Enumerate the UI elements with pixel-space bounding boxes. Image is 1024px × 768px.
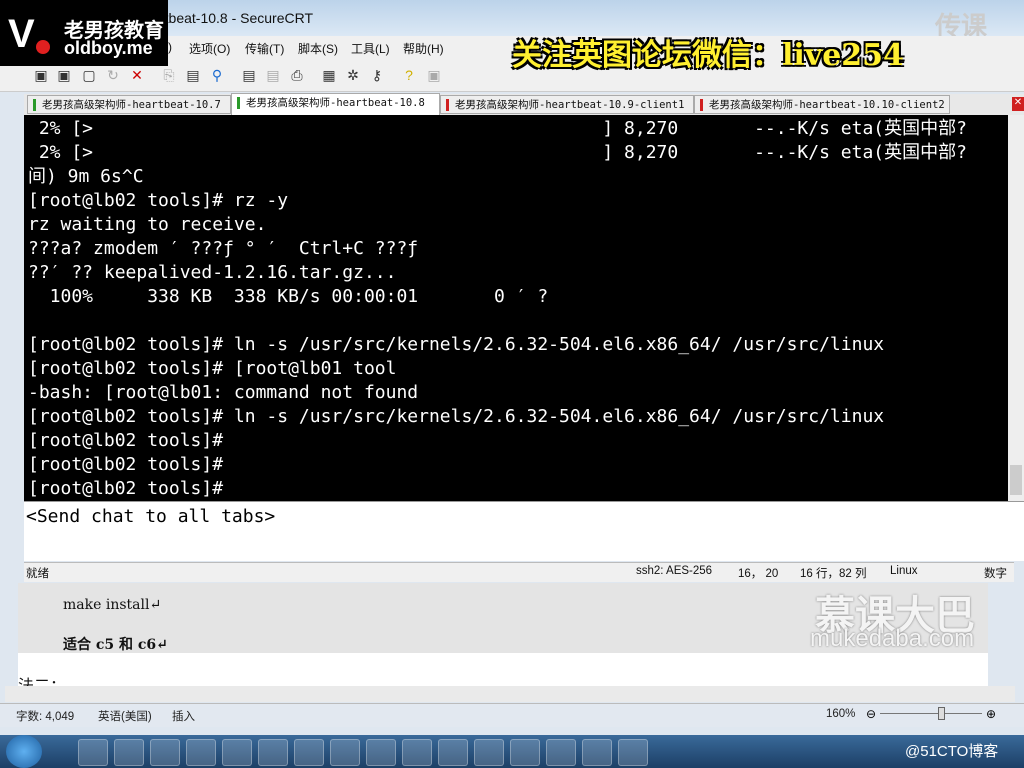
terminal-line: [root@lb02 tools]# ln -s /usr/src/kernel… — [28, 334, 885, 355]
print-setup-icon[interactable]: ▤ — [240, 66, 258, 84]
tab-label: 老男孩高级架构师-heartbeat-10.8 — [246, 97, 425, 109]
window-title: rtbeat-10.8 - SecureCRT — [160, 10, 314, 26]
disconnect-icon[interactable]: ✕ — [128, 66, 146, 84]
connect-icon[interactable]: ▣ — [32, 66, 50, 84]
status-numlock: 数字 — [984, 568, 1007, 580]
print-icon[interactable]: ⎙ — [288, 66, 306, 84]
connect-tab-icon[interactable]: ▢ — [80, 66, 98, 84]
taskbar-app-icon[interactable] — [582, 739, 612, 766]
close-tab-icon[interactable]: ✕ — [1012, 97, 1024, 111]
session-options-icon[interactable]: ▦ — [320, 66, 338, 84]
taskbar-app-icon[interactable] — [78, 739, 108, 766]
tab-label: 老男孩高级架构师-heartbeat-10.10-client2 — [709, 99, 945, 111]
taskbar-app-icon[interactable] — [510, 739, 540, 766]
terminal-line: rz waiting to receive. — [28, 214, 267, 235]
taskbar-app-icon[interactable] — [618, 739, 648, 766]
terminal-line: ??′ ?? keepalived-1.2.16.tar.gz... — [28, 262, 397, 283]
promo-overlay: 关注英图论坛微信：live254 — [512, 38, 904, 73]
word-count[interactable]: 字数: 4,049 — [16, 708, 74, 724]
doc-line: make install↵ — [63, 597, 162, 613]
key-icon[interactable]: ⚷ — [368, 66, 386, 84]
zoom-level[interactable]: 160% — [826, 708, 855, 720]
zoom-slider[interactable]: ⊖ ⊕ — [866, 707, 996, 721]
start-button[interactable] — [6, 735, 42, 768]
tray-text: @51CTO博客 — [905, 743, 999, 760]
zoom-in-icon[interactable]: ⊕ — [986, 707, 996, 721]
menu-help[interactable]: 帮助(H) — [403, 40, 444, 57]
taskbar-app-icon[interactable] — [402, 739, 432, 766]
insert-mode[interactable]: 插入 — [172, 708, 195, 724]
taskbar-app-icon[interactable] — [258, 739, 288, 766]
terminal-line: [root@lb02 tools]# rz -y — [28, 190, 289, 211]
menu-tools[interactable]: 工具(L) — [351, 40, 390, 57]
sftp-icon[interactable]: ▣ — [425, 66, 443, 84]
zoom-out-icon[interactable]: ⊖ — [866, 707, 876, 721]
taskbar-app-icon[interactable] — [438, 739, 468, 766]
status-size: 16 行，82 列 — [800, 568, 867, 580]
doc-line: 适合 c5 和 c6↵ — [63, 637, 168, 653]
status-os: Linux — [890, 565, 918, 577]
taskbar-app-icon[interactable] — [294, 739, 324, 766]
logo-mark-icon: V — [8, 12, 35, 56]
language[interactable]: 英语(美国) — [98, 708, 152, 724]
find-icon[interactable]: ⚲ — [208, 66, 226, 84]
logo-dot — [36, 40, 50, 54]
terminal-line: [root@lb02 tools]# ln -s /usr/src/kernel… — [28, 406, 885, 427]
menu-script[interactable]: 脚本(S) — [298, 40, 338, 57]
terminal-scrollbar[interactable] — [1008, 115, 1024, 501]
tab-label: 老男孩高级架构师-heartbeat-10.9-client1 — [455, 99, 685, 111]
terminal-line: [root@lb02 tools]# — [28, 454, 224, 475]
reconnect-icon[interactable]: ↻ — [104, 66, 122, 84]
tab-heartbeat-10-10-client2[interactable]: 老男孩高级架构师-heartbeat-10.10-client2 — [694, 95, 950, 114]
chat-input[interactable]: <Send chat to all tabs> — [24, 501, 1024, 561]
oldboy-logo: V 老男孩教育 oldboy.me — [0, 0, 168, 66]
tab-label: 老男孩高级架构师-heartbeat-10.7 — [42, 99, 221, 111]
paste-icon[interactable]: ▤ — [184, 66, 202, 84]
terminal-line: [root@lb02 tools]# — [28, 430, 224, 451]
taskbar-app-icon[interactable] — [546, 739, 576, 766]
copy-icon[interactable]: ⎘ — [160, 66, 178, 84]
menu-options[interactable]: 选项(O) — [189, 40, 230, 57]
taskbar-app-icon[interactable] — [186, 739, 216, 766]
tab-heartbeat-10-7[interactable]: 老男孩高级架构师-heartbeat-10.7 — [27, 95, 231, 114]
status-ready: 就绪 — [26, 568, 49, 580]
watermark-url: mukedaba.com — [810, 625, 975, 652]
terminal-line: -bash: [root@lb01: command not found — [28, 382, 419, 403]
terminal-line: [root@lb02 tools]# — [28, 478, 224, 499]
terminal[interactable]: 2% [> ] 8,270 --.-K/s eta(英国中部? 2% [> ] … — [24, 115, 1008, 501]
terminal-line: [root@lb02 tools]# [root@lb01 tool — [28, 358, 397, 379]
taskbar-app-icon[interactable] — [150, 739, 180, 766]
quick-connect-icon[interactable]: ▣ — [55, 66, 73, 84]
help-icon[interactable]: ? — [400, 66, 418, 84]
horizontal-scrollbar[interactable] — [5, 686, 1015, 702]
global-options-icon[interactable]: ✲ — [344, 66, 362, 84]
menu-transfer[interactable]: 传输(T) — [245, 40, 284, 57]
tab-heartbeat-10-8[interactable]: 老男孩高级架构师-heartbeat-10.8 — [231, 93, 440, 115]
status-cursor: 16， 20 — [738, 568, 779, 580]
taskbar-app-icon[interactable] — [330, 739, 360, 766]
terminal-line: 间) 9m 6s^C — [28, 166, 144, 187]
tab-heartbeat-10-9-client1[interactable]: 老男孩高级架构师-heartbeat-10.9-client1 — [440, 95, 694, 114]
terminal-line: 2% [> ] 8,270 --.-K/s eta(英国中部? — [28, 118, 967, 139]
status-cipher: ssh2: AES-256 — [636, 565, 713, 577]
zoom-slider-thumb[interactable] — [938, 707, 946, 720]
logo-url: oldboy.me — [64, 38, 153, 58]
chat-placeholder: <Send chat to all tabs> — [26, 506, 276, 527]
menu-view[interactable]: ) — [168, 40, 172, 54]
log-icon[interactable]: ▤ — [264, 66, 282, 84]
taskbar-app-icon[interactable] — [222, 739, 252, 766]
taskbar-app-icon[interactable] — [366, 739, 396, 766]
taskbar-app-icon[interactable] — [474, 739, 504, 766]
terminal-line: ???a? zmodem ′ ???ƒ ° ′ Ctrl+C ???ƒ — [28, 238, 419, 259]
taskbar-app-icon[interactable] — [114, 739, 144, 766]
terminal-line: 2% [> ] 8,270 --.-K/s eta(英国中部? — [28, 142, 967, 163]
terminal-line: 100% 338 KB 338 KB/s 00:00:01 0 ′ ? — [28, 286, 549, 307]
